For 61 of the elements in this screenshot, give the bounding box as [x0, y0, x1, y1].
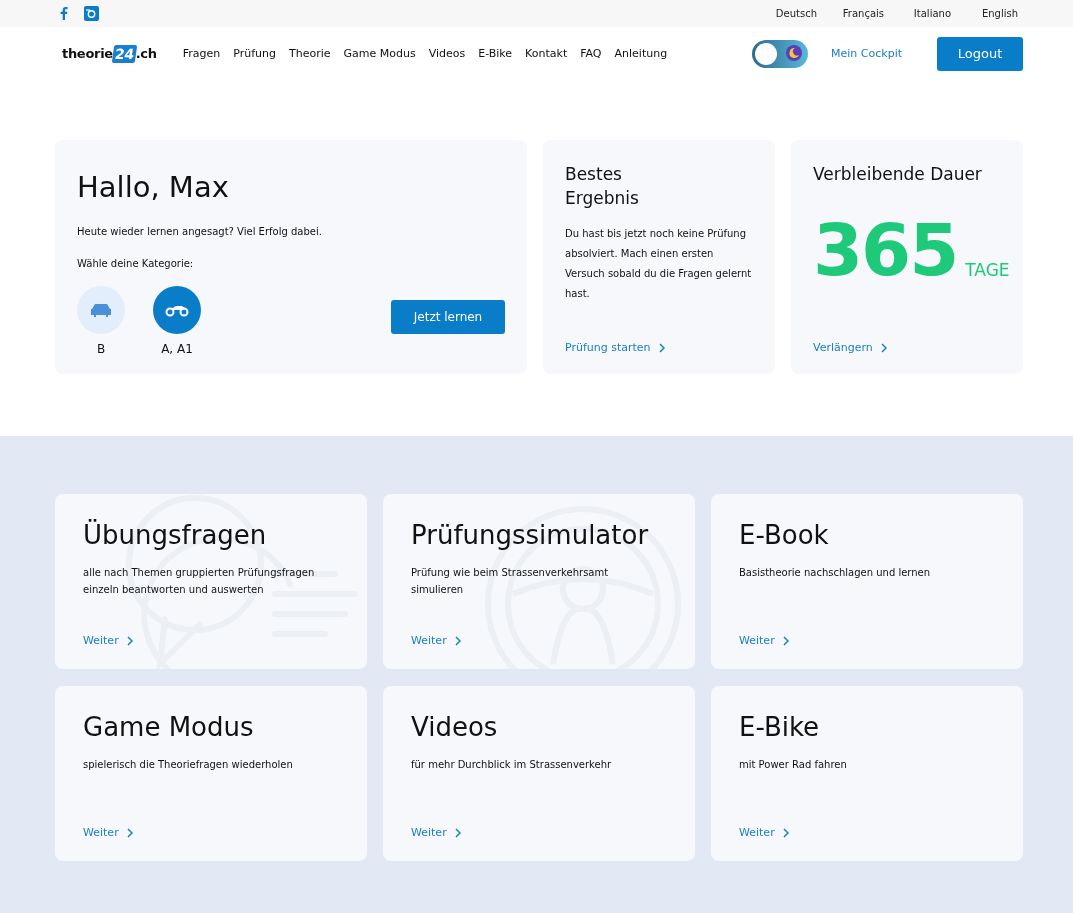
more-link[interactable]: Weiter [411, 634, 461, 647]
chevron-right-icon [658, 342, 665, 353]
feature-title: Übungsfragen [83, 520, 268, 550]
more-link[interactable]: Weiter [83, 826, 133, 839]
nav-link[interactable]: E-Bike [478, 47, 513, 60]
language-link[interactable]: Deutsch [750, 8, 817, 19]
card-title: Bestes Ergebnis [565, 163, 640, 210]
chevron-right-icon [126, 635, 133, 646]
category-prompt: Wähle deine Kategorie: [77, 257, 195, 271]
more-link[interactable]: Weiter [411, 826, 461, 839]
chevron-right-icon [880, 342, 887, 353]
feature-text: Basistheorie nachschlagen und lernen [739, 566, 932, 580]
start-exam-link[interactable]: Prüfung starten [565, 341, 665, 354]
nav-link[interactable]: FAQ [580, 47, 602, 60]
nav-link[interactable]: Fragen [182, 47, 221, 60]
chevron-right-icon [126, 827, 133, 838]
greeting-title: Hallo, Max [77, 170, 230, 204]
feature-text: für mehr Durchblick im Strassenverkehr [411, 758, 613, 772]
feature-title: Prüfungssimulator [411, 520, 650, 550]
logo[interactable]: theorie24.ch [62, 44, 157, 63]
logout-button[interactable]: Logout [937, 36, 1023, 71]
instagram-icon[interactable] [84, 6, 99, 21]
feature-title: Videos [411, 712, 499, 742]
nav-link[interactable]: Kontakt [525, 47, 568, 60]
nav-link[interactable]: Prüfung [233, 47, 276, 60]
feature-title: E-Bike [739, 712, 821, 742]
language-link[interactable]: Français [817, 8, 884, 19]
facebook-icon[interactable] [60, 7, 68, 20]
welcome-text: Heute wieder lernen angesagt? Viel Erfolg dabei. [77, 225, 323, 239]
days-value: 365 [813, 214, 958, 286]
motorcycle-icon [165, 303, 189, 317]
feature-text: Prüfung wie beim Strassenverkehrsamt simulieren [411, 566, 610, 597]
nav-link[interactable]: Anleitung [614, 47, 668, 60]
language-link[interactable]: English [951, 8, 1018, 19]
nav-link[interactable]: Theorie [288, 47, 331, 60]
more-link[interactable]: Weiter [739, 826, 789, 839]
nav-link[interactable]: Game Modus [343, 47, 416, 60]
learn-button[interactable]: Jetzt lernen [391, 300, 505, 334]
dark-mode-toggle[interactable] [752, 39, 809, 68]
extend-link[interactable]: Verlängern [813, 341, 887, 354]
card-text: Du hast bis jetzt noch keine Prüfung absolviert. Mach einen ersten Versuch sobald du die Fragen gelernt hast. [565, 227, 753, 301]
feature-text: alle nach Themen gruppierten Prüfungsfragen einzeln beantworten und auswerten [83, 566, 316, 597]
nav-link[interactable]: Videos [428, 47, 466, 60]
card-title: Verbleibende Dauer [813, 163, 983, 186]
feature-text: mit Power Rad fahren [739, 758, 848, 772]
car-icon [90, 303, 112, 317]
chevron-right-icon [454, 635, 461, 646]
moon-icon [786, 44, 803, 61]
category-label: A, A1 [161, 342, 193, 356]
language-link[interactable]: Italiano [884, 8, 951, 19]
feature-text: spielerisch die Theoriefragen wiederholen [83, 758, 294, 772]
feature-title: E-Book [739, 520, 830, 550]
cockpit-link[interactable]: Mein Cockpit [831, 47, 902, 60]
feature-title: Game Modus [83, 712, 255, 742]
more-link[interactable]: Weiter [739, 634, 789, 647]
more-link[interactable]: Weiter [83, 634, 133, 647]
days-unit: TAGE [965, 260, 1010, 280]
category-label: B [96, 342, 106, 356]
chevron-right-icon [782, 827, 789, 838]
chevron-right-icon [454, 827, 461, 838]
chevron-right-icon [782, 635, 789, 646]
